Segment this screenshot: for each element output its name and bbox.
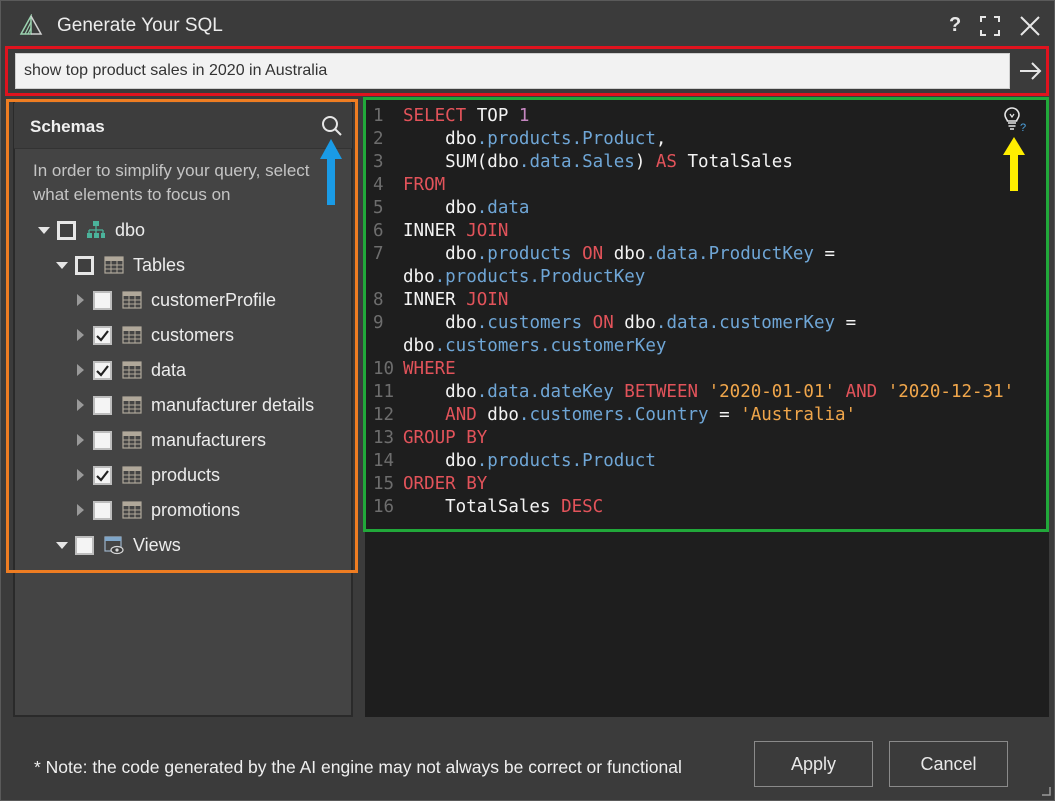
close-icon[interactable] (1019, 15, 1041, 37)
resize-grip-icon[interactable] (1041, 786, 1051, 796)
code-highlight-frame (363, 97, 1049, 532)
arrow-right-icon[interactable] (1014, 53, 1046, 89)
schemas-highlight-frame (6, 99, 358, 573)
dialog-title: Generate Your SQL (57, 15, 223, 36)
help-button[interactable]: ? (949, 14, 961, 37)
disclaimer-note: * Note: the code generated by the AI eng… (34, 757, 682, 777)
cancel-button[interactable]: Cancel (889, 741, 1008, 787)
prompt-input[interactable] (15, 53, 1010, 89)
prompt-highlight-frame (5, 46, 1049, 96)
app-logo-icon (19, 14, 43, 35)
generate-sql-dialog: Generate Your SQL ? Schemas In order to … (0, 0, 1055, 801)
title-bar: Generate Your SQL ? (1, 1, 1054, 45)
apply-button[interactable]: Apply (754, 741, 873, 787)
maximize-icon[interactable] (980, 16, 1000, 36)
